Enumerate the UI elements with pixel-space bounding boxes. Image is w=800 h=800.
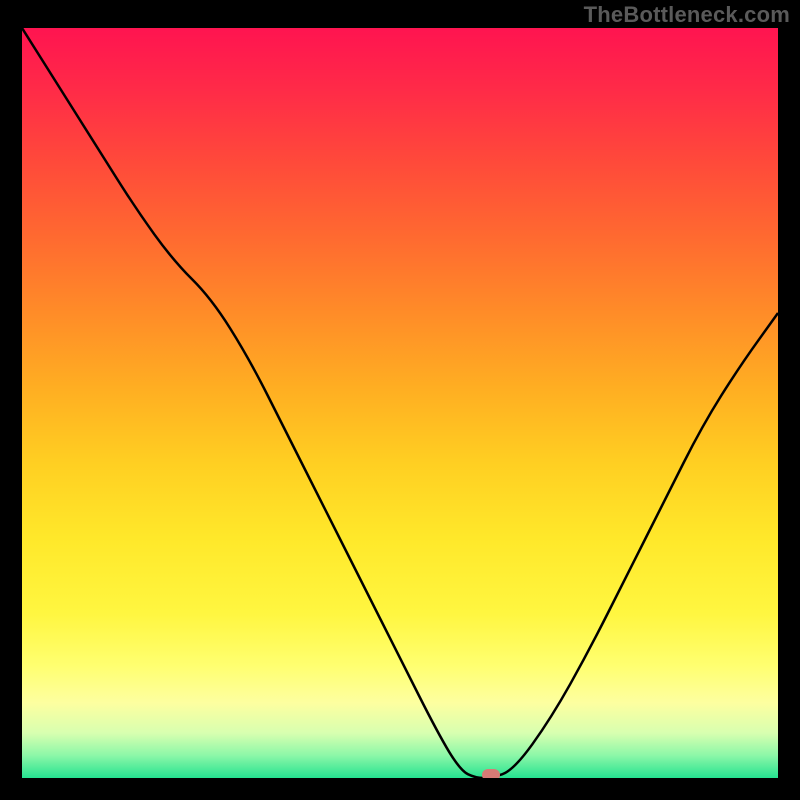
curve-path xyxy=(22,28,778,778)
plot-area xyxy=(22,28,778,778)
bottleneck-curve xyxy=(22,28,778,778)
chart-container: TheBottleneck.com xyxy=(0,0,800,800)
optimal-marker xyxy=(482,769,500,778)
watermark-text: TheBottleneck.com xyxy=(584,2,790,28)
